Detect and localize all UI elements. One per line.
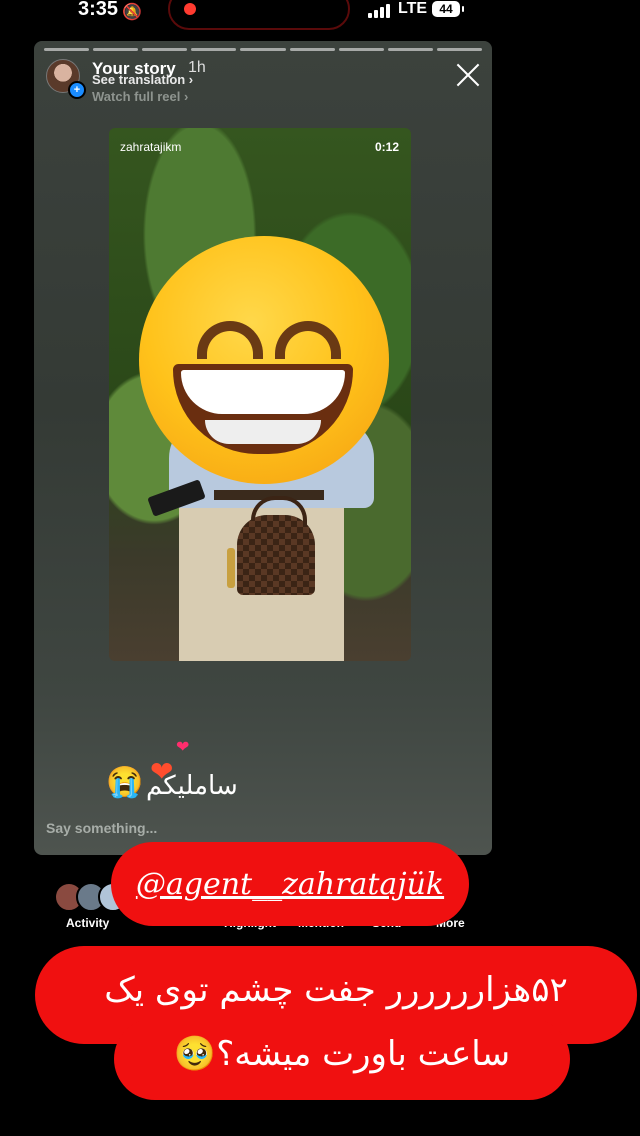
add-story-icon[interactable]: +	[68, 81, 86, 99]
message-line-2: ساعت باورت میشه؟🥹	[173, 1034, 511, 1074]
reel-duration: 0:12	[374, 140, 399, 154]
reply-input[interactable]: Say something...	[46, 820, 157, 836]
status-time: 3:35	[78, 0, 119, 20]
handle-label: @agent__zahratajük	[111, 842, 469, 926]
handle-text: @agent__zahratajük	[135, 866, 445, 902]
crying-emoji-icon: 😭	[106, 766, 144, 799]
reel-username: zahratajikm	[120, 140, 182, 154]
dynamic-island	[168, 0, 350, 30]
activity-button[interactable]: Activity	[66, 916, 109, 930]
heart-sticker-icon: ❤	[176, 739, 190, 756]
handbag	[237, 515, 315, 595]
network-type: LTE	[398, 0, 428, 17]
story-progress-bar	[44, 48, 482, 51]
status-bar: 3:35 🔕 LTE 44	[0, 0, 640, 34]
handbag-tassel	[227, 548, 235, 588]
see-translation-link[interactable]: See translation ›	[92, 72, 193, 87]
message-line-1: ۵۲هزارررررر جفت چشم توی یک	[104, 970, 568, 1010]
grinning-emoji-sticker-icon	[139, 236, 389, 484]
battery-icon: 44	[432, 1, 464, 17]
caption-text: ساملیکم	[146, 771, 238, 801]
close-icon[interactable]	[454, 61, 482, 89]
watch-full-reel-link[interactable]: Watch full reel ›	[92, 89, 188, 104]
recording-indicator-icon	[184, 3, 196, 15]
bell-slash-icon: 🔕	[122, 4, 142, 21]
